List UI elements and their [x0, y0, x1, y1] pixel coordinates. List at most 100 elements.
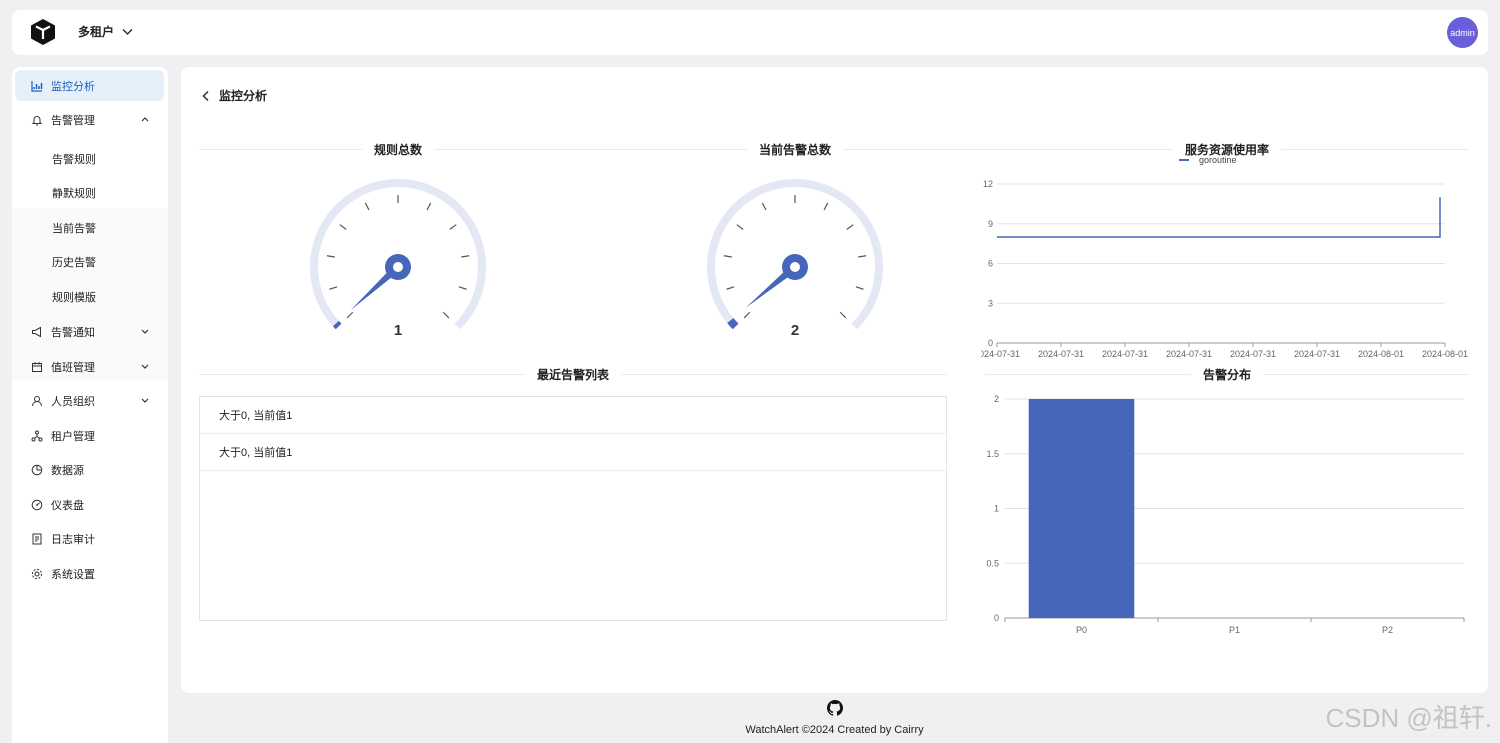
- sidebar-item-label: 人员组织: [51, 395, 95, 408]
- user-icon: [31, 395, 43, 407]
- x-tick-label: 2024-07-31: [1230, 349, 1276, 359]
- recent-alerts-list: 大于0, 当前值1 大于0, 当前值1: [199, 396, 947, 621]
- gauge-rules-total: 1: [310, 179, 486, 339]
- sidebar-item-label: 数据源: [51, 464, 84, 477]
- gauge-value-label: 1: [394, 322, 402, 339]
- pie-icon: [31, 464, 43, 476]
- gauge-tick: [442, 311, 450, 319]
- x-tick-label: P2: [1382, 625, 1393, 635]
- gauge-tick: [723, 255, 732, 258]
- gauge-tick: [846, 224, 854, 230]
- gauge-tick: [346, 311, 354, 319]
- sidebar-item-label: 仪表盘: [51, 499, 84, 512]
- y-tick-label: 6: [988, 259, 993, 269]
- sidebar-item-label: 告警管理: [51, 114, 95, 127]
- gauge-tick: [743, 311, 751, 319]
- section-title-rules-total: 规则总数: [199, 142, 598, 157]
- line-chart-service-usage: 0 3 6 9 12 2024-07-31 2024-07-31 2024-07-31 2024…: [981, 155, 1468, 359]
- x-tick-label: 2024-08-01: [1358, 349, 1404, 359]
- gauge-tick: [426, 202, 432, 211]
- y-tick-label: 1: [994, 504, 999, 514]
- megaphone-icon: [31, 326, 43, 338]
- footer-copyright: WatchAlert ©2024 Created by Cairry: [745, 724, 924, 736]
- section-title-alert-distribution: 告警分布: [985, 367, 1470, 382]
- chevron-down-icon: [141, 329, 149, 334]
- gauge-tick: [858, 255, 867, 258]
- sidebar-item-duty-management[interactable]: 值班管理: [15, 351, 164, 382]
- x-tick-label: 2024-07-31: [1038, 349, 1084, 359]
- top-header: 多租户 admin: [12, 10, 1488, 55]
- main-content: 监控分析 规则总数 当前告警总数 服务资源使用率 最近告警列表 告警分布 1 2…: [181, 67, 1488, 693]
- sidebar-item-log-audit[interactable]: 日志审计: [15, 523, 164, 554]
- section-title-recent-alerts: 最近告警列表: [199, 367, 948, 382]
- chevron-left-icon: [202, 90, 209, 101]
- logo-cube-icon[interactable]: [28, 17, 58, 47]
- gauge-tick: [339, 224, 347, 230]
- sidebar-item-datasource[interactable]: 数据源: [15, 454, 164, 485]
- gauge-progress: [727, 317, 739, 330]
- tenant-label: 多租户: [78, 25, 115, 39]
- y-tick-label: 3: [988, 298, 993, 308]
- x-tick-label: 2024-07-31: [1294, 349, 1340, 359]
- github-icon[interactable]: [826, 700, 843, 716]
- y-tick-label: 9: [988, 219, 993, 229]
- sidebar-item-tenant-management[interactable]: 租户管理: [15, 420, 164, 451]
- sidebar-item-alert-notify[interactable]: 告警通知: [15, 316, 164, 347]
- dashboard-icon: [31, 499, 43, 511]
- user-avatar[interactable]: admin: [1447, 17, 1478, 48]
- submenu-item-alert-rules[interactable]: 告警规则: [52, 151, 96, 167]
- y-tick-label: 12: [983, 179, 993, 189]
- calendar-icon: [31, 361, 43, 373]
- submenu-item-current-alerts[interactable]: 当前告警: [52, 220, 96, 236]
- list-item[interactable]: 大于0, 当前值1: [200, 397, 946, 434]
- y-tick-label: 0: [994, 613, 999, 623]
- chevron-up-icon: [141, 117, 149, 122]
- sidebar-item-alert-management[interactable]: 告警管理: [15, 104, 164, 135]
- watermark: CSDN @祖轩.: [1325, 703, 1492, 733]
- gauge-tick: [855, 286, 864, 290]
- cluster-icon: [31, 430, 43, 442]
- gauge-tick: [736, 224, 744, 230]
- sidebar-item-label: 监控分析: [51, 80, 95, 93]
- sidebar-item-label: 系统设置: [51, 568, 95, 581]
- submenu-item-silence-rules[interactable]: 静默规则: [52, 185, 96, 201]
- sidebar-item-people-org[interactable]: 人员组织: [15, 385, 164, 416]
- legend-label: goroutine: [1199, 155, 1237, 165]
- gear-icon: [31, 568, 43, 580]
- gauge-pointer-hub-center: [393, 262, 403, 272]
- y-tick-label: 0: [988, 338, 993, 348]
- gauge-tick: [726, 286, 735, 290]
- sidebar-item-system-settings[interactable]: 系统设置: [15, 558, 164, 589]
- tenant-selector[interactable]: 多租户: [78, 23, 133, 40]
- section-title-current-alerts: 当前告警总数: [597, 142, 994, 157]
- sidebar-item-monitor-analysis[interactable]: 监控分析: [15, 70, 164, 101]
- gauge-tick: [364, 202, 370, 211]
- x-tick-label: P0: [1076, 625, 1087, 635]
- sidebar-item-label: 日志审计: [51, 533, 95, 546]
- list-item[interactable]: 大于0, 当前值1: [200, 434, 946, 471]
- gauge-progress: [332, 320, 342, 330]
- gauge-tick: [461, 255, 470, 258]
- submenu-item-history-alerts[interactable]: 历史告警: [52, 254, 96, 270]
- bell-icon: [31, 114, 43, 126]
- gauge-tick: [761, 202, 767, 211]
- gauge-pointer-hub-center: [790, 262, 800, 272]
- series-line-goroutine: [997, 197, 1441, 238]
- gauge-tick: [449, 224, 457, 230]
- chevron-down-icon: [122, 29, 133, 35]
- back-nav[interactable]: 监控分析: [201, 87, 267, 104]
- sidebar-item-label: 租户管理: [51, 430, 95, 443]
- x-tick-label: 2024-08-01: [1422, 349, 1468, 359]
- sidebar-item-label: 告警通知: [51, 326, 95, 339]
- y-tick-label: 0.5: [986, 558, 999, 568]
- gauge-tick: [326, 255, 335, 258]
- chart-icon: [31, 80, 43, 92]
- gauge-tick: [329, 286, 338, 290]
- sidebar: 监控分析 告警管理 告警规则 静默规则 当前告警 历史告警 规则模版 告警通知 …: [12, 67, 168, 743]
- bar-chart-alert-distribution: 0 0.5 1 1.5 2 P0 P1 P2: [986, 394, 1465, 635]
- submenu-item-rule-templates[interactable]: 规则模版: [52, 289, 96, 305]
- sidebar-item-dashboard[interactable]: 仪表盘: [15, 489, 164, 520]
- page-title: 监控分析: [219, 89, 268, 103]
- y-tick-label: 2: [994, 394, 999, 404]
- gauge-tick: [839, 311, 847, 319]
